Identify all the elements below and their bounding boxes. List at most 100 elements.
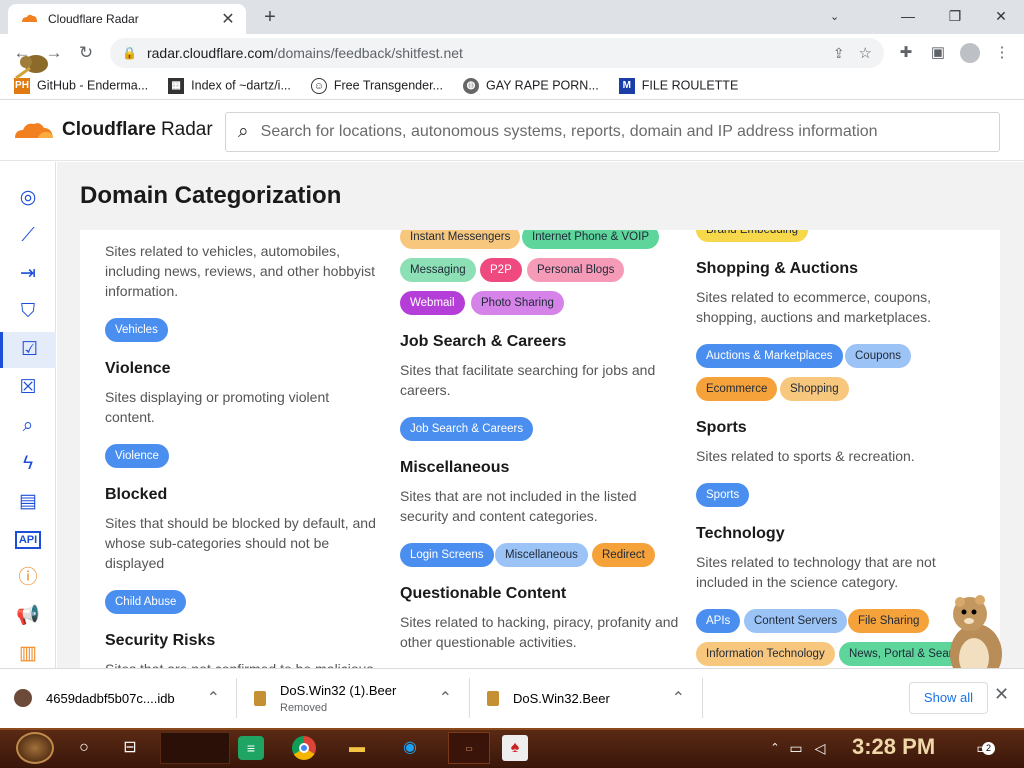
search-circle-icon[interactable]: ○ bbox=[70, 732, 98, 764]
browser-menu-icon[interactable]: ⋮ bbox=[989, 40, 1015, 66]
calendar-check-icon[interactable]: ☑ bbox=[0, 332, 56, 368]
cloudflare-radar-logo[interactable]: Cloudflare Radar bbox=[12, 119, 213, 141]
radar-search-input[interactable]: ⌕ Search for locations, autonomous syste… bbox=[225, 112, 1000, 152]
reload-button[interactable]: ↻ bbox=[72, 39, 100, 67]
category-pill[interactable]: Shopping bbox=[780, 377, 849, 401]
search-icon[interactable]: ⌕ bbox=[0, 408, 56, 444]
minimize-button[interactable]: — bbox=[885, 4, 931, 28]
bookmark-item[interactable]: ◍ GAY RAPE PORN... bbox=[462, 77, 599, 94]
login-icon[interactable]: ⇥ bbox=[0, 256, 56, 292]
category-pill[interactable]: APIs bbox=[696, 609, 741, 633]
show-hidden-icons-chevron[interactable]: ⌃ bbox=[768, 732, 782, 764]
shield-icon[interactable]: ⛉ bbox=[0, 294, 56, 330]
vehicles-description: Sites related to vehicles, automobiles, … bbox=[105, 243, 376, 299]
megaphone-icon[interactable]: 📢 bbox=[0, 598, 56, 634]
chrome-app-icon[interactable] bbox=[290, 732, 318, 764]
category-pill[interactable]: Miscellaneous bbox=[495, 543, 588, 567]
category-heading: Security Risks bbox=[105, 632, 216, 649]
category-heading: Job Search & Careers bbox=[400, 333, 567, 350]
categories-card: Sites related to vehicles, automobiles, … bbox=[80, 230, 1000, 668]
category-pill[interactable]: Instant Messengers bbox=[400, 230, 521, 249]
divider bbox=[702, 678, 703, 718]
tab-search-chevron-icon[interactable]: ⌄ bbox=[830, 10, 839, 23]
chevron-up-icon[interactable]: ⌃ bbox=[672, 688, 685, 708]
file-explorer-icon[interactable]: ▬ bbox=[342, 732, 372, 764]
bookmark-label: GitHub - Enderma... bbox=[37, 77, 149, 92]
taskbar-clock[interactable]: 3:28 PM bbox=[852, 734, 935, 760]
search-icon: ⌕ bbox=[238, 121, 249, 142]
download-item[interactable]: 4659dadbf5b07c....idb ⌃ bbox=[14, 670, 234, 726]
bookmark-label: FILE ROULETTE bbox=[641, 77, 739, 92]
bookmark-star-icon[interactable]: ☆ bbox=[859, 44, 872, 62]
document-check-icon[interactable]: ▤ bbox=[0, 484, 56, 520]
calendar-x-icon[interactable]: ☒ bbox=[0, 370, 56, 406]
category-pill[interactable]: Sports bbox=[696, 483, 750, 507]
category-heading: Miscellaneous bbox=[400, 459, 510, 476]
tab-close-icon[interactable]: ✕ bbox=[218, 9, 238, 29]
category-pill[interactable]: Job Search & Careers bbox=[400, 417, 534, 441]
category-pill[interactable]: Internet Phone & VOIP bbox=[522, 230, 659, 249]
task-view-icon[interactable]: ⊟ bbox=[116, 732, 144, 764]
download-item[interactable]: DoS.Win32 (1).Beer Removed ⌃ bbox=[254, 670, 466, 726]
category-pill[interactable]: Vehicles bbox=[105, 318, 168, 342]
category-pill[interactable]: Information Technology bbox=[696, 642, 835, 666]
category-pill[interactable]: Brand Embedding bbox=[696, 230, 809, 242]
tab-title: Cloudflare Radar bbox=[48, 12, 139, 26]
bookmark-item[interactable]: ▦ Index of ~dartz/i... bbox=[168, 77, 291, 94]
address-bar[interactable]: 🔒 radar.cloudflare.com/domains/feedback/… bbox=[110, 38, 884, 68]
category-pill[interactable]: Login Screens bbox=[400, 543, 494, 567]
category-pill[interactable]: Violence bbox=[105, 444, 169, 468]
category-heading: Sports bbox=[696, 419, 747, 436]
start-button[interactable] bbox=[10, 732, 60, 764]
edge-browser-icon[interactable]: ◉ bbox=[396, 732, 424, 764]
bolt-icon[interactable]: ϟ bbox=[0, 446, 56, 482]
network-icon[interactable]: ▭ bbox=[786, 732, 806, 764]
category-heading: Violence bbox=[105, 360, 171, 377]
category-description: Sites displaying or promoting violent co… bbox=[105, 389, 330, 425]
close-downloads-icon[interactable]: ✕ bbox=[994, 684, 1009, 705]
bookmark-label: Index of ~dartz/i... bbox=[191, 77, 291, 92]
category-pill[interactable]: Personal Blogs bbox=[527, 258, 625, 282]
api-icon[interactable]: API bbox=[0, 522, 56, 558]
category-description: Sites that should be blocked by default,… bbox=[105, 515, 376, 571]
chevron-up-icon[interactable]: ⌃ bbox=[207, 688, 220, 708]
close-window-button[interactable]: ✕ bbox=[978, 4, 1024, 28]
download-item[interactable]: DoS.Win32.Beer ⌃ bbox=[487, 670, 699, 726]
category-pill[interactable]: Messaging bbox=[400, 258, 476, 282]
help-icon[interactable]: ⓘ bbox=[0, 560, 56, 596]
category-pill[interactable]: Content Servers bbox=[744, 609, 848, 633]
category-pill[interactable]: Photo Sharing bbox=[471, 291, 564, 315]
volume-muted-icon[interactable]: ◁ bbox=[810, 732, 830, 764]
category-pill[interactable]: Ecommerce bbox=[696, 377, 778, 401]
category-pill[interactable]: Child Abuse bbox=[105, 590, 187, 614]
category-pill[interactable]: Redirect bbox=[592, 543, 655, 567]
profile-avatar-icon[interactable] bbox=[957, 40, 983, 66]
trend-icon[interactable]: ⟋ bbox=[0, 218, 56, 254]
file-thumbnail-icon bbox=[14, 689, 32, 707]
category-pill[interactable]: P2P bbox=[480, 258, 522, 282]
category-pill[interactable]: File Sharing bbox=[848, 609, 930, 633]
solitaire-app-icon[interactable]: ♠ bbox=[502, 735, 528, 761]
bookmark-item[interactable]: M FILE ROULETTE bbox=[618, 77, 739, 94]
side-panel-icon[interactable]: ▣ bbox=[925, 40, 951, 66]
extensions-puzzle-icon[interactable]: ✚ bbox=[893, 40, 919, 66]
new-tab-button[interactable]: + bbox=[258, 6, 282, 28]
show-all-downloads-button[interactable]: Show all bbox=[909, 682, 988, 714]
category-description: Sites that facilitate searching for jobs… bbox=[400, 362, 656, 398]
share-icon[interactable]: ⇪ bbox=[833, 45, 845, 62]
notification-center-icon[interactable]: ▭2 bbox=[970, 732, 996, 764]
notification-count: 2 bbox=[982, 742, 995, 755]
download-status: Removed bbox=[280, 701, 328, 714]
maximize-button[interactable]: ❐ bbox=[932, 4, 978, 28]
bookmark-label: Free Transgender... bbox=[333, 77, 443, 92]
bookmark-item[interactable]: ☺ Free Transgender... bbox=[310, 77, 443, 94]
book-icon[interactable]: ▥ bbox=[0, 636, 56, 672]
category-pill[interactable]: Webmail bbox=[400, 291, 465, 315]
category-pill[interactable]: Coupons bbox=[845, 344, 912, 368]
media-app-icon[interactable]: ▭ bbox=[448, 732, 490, 764]
globe-icon[interactable]: ◎ bbox=[0, 180, 56, 216]
category-pill[interactable]: Auctions & Marketplaces bbox=[696, 344, 843, 368]
chevron-up-icon[interactable]: ⌃ bbox=[439, 688, 452, 708]
sheets-app-icon[interactable]: ≡ bbox=[238, 736, 264, 760]
tab-cloudflare-radar[interactable]: Cloudflare Radar ✕ bbox=[8, 4, 246, 34]
